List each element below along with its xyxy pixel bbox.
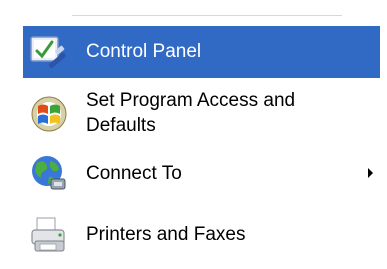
menu-item-set-program-access[interactable]: Set Program Access and Defaults: [23, 80, 380, 146]
menu-item-label: Control Panel: [86, 41, 202, 62]
menu-item-label: Printers and Faxes: [86, 224, 246, 245]
submenu-arrow-icon: [368, 168, 373, 178]
menu-item-label-line1: Set Program Access and: [86, 90, 296, 111]
menu-item-printers-and-faxes[interactable]: Printers and Faxes: [23, 210, 380, 260]
connect-to-icon: [29, 153, 69, 193]
menu-item-control-panel[interactable]: Control Panel: [23, 26, 380, 78]
printers-and-faxes-icon: [29, 215, 69, 255]
menu-item-connect-to[interactable]: Connect To: [23, 149, 380, 197]
control-panel-icon: [29, 32, 69, 72]
set-program-access-icon: [29, 93, 69, 133]
menu-item-label: Connect To: [86, 163, 182, 184]
menu-item-label-line2: Defaults: [86, 115, 156, 136]
menu-separator: [72, 15, 342, 16]
start-menu-right-pane: Control Panel Set Program Access and Def…: [0, 0, 387, 269]
